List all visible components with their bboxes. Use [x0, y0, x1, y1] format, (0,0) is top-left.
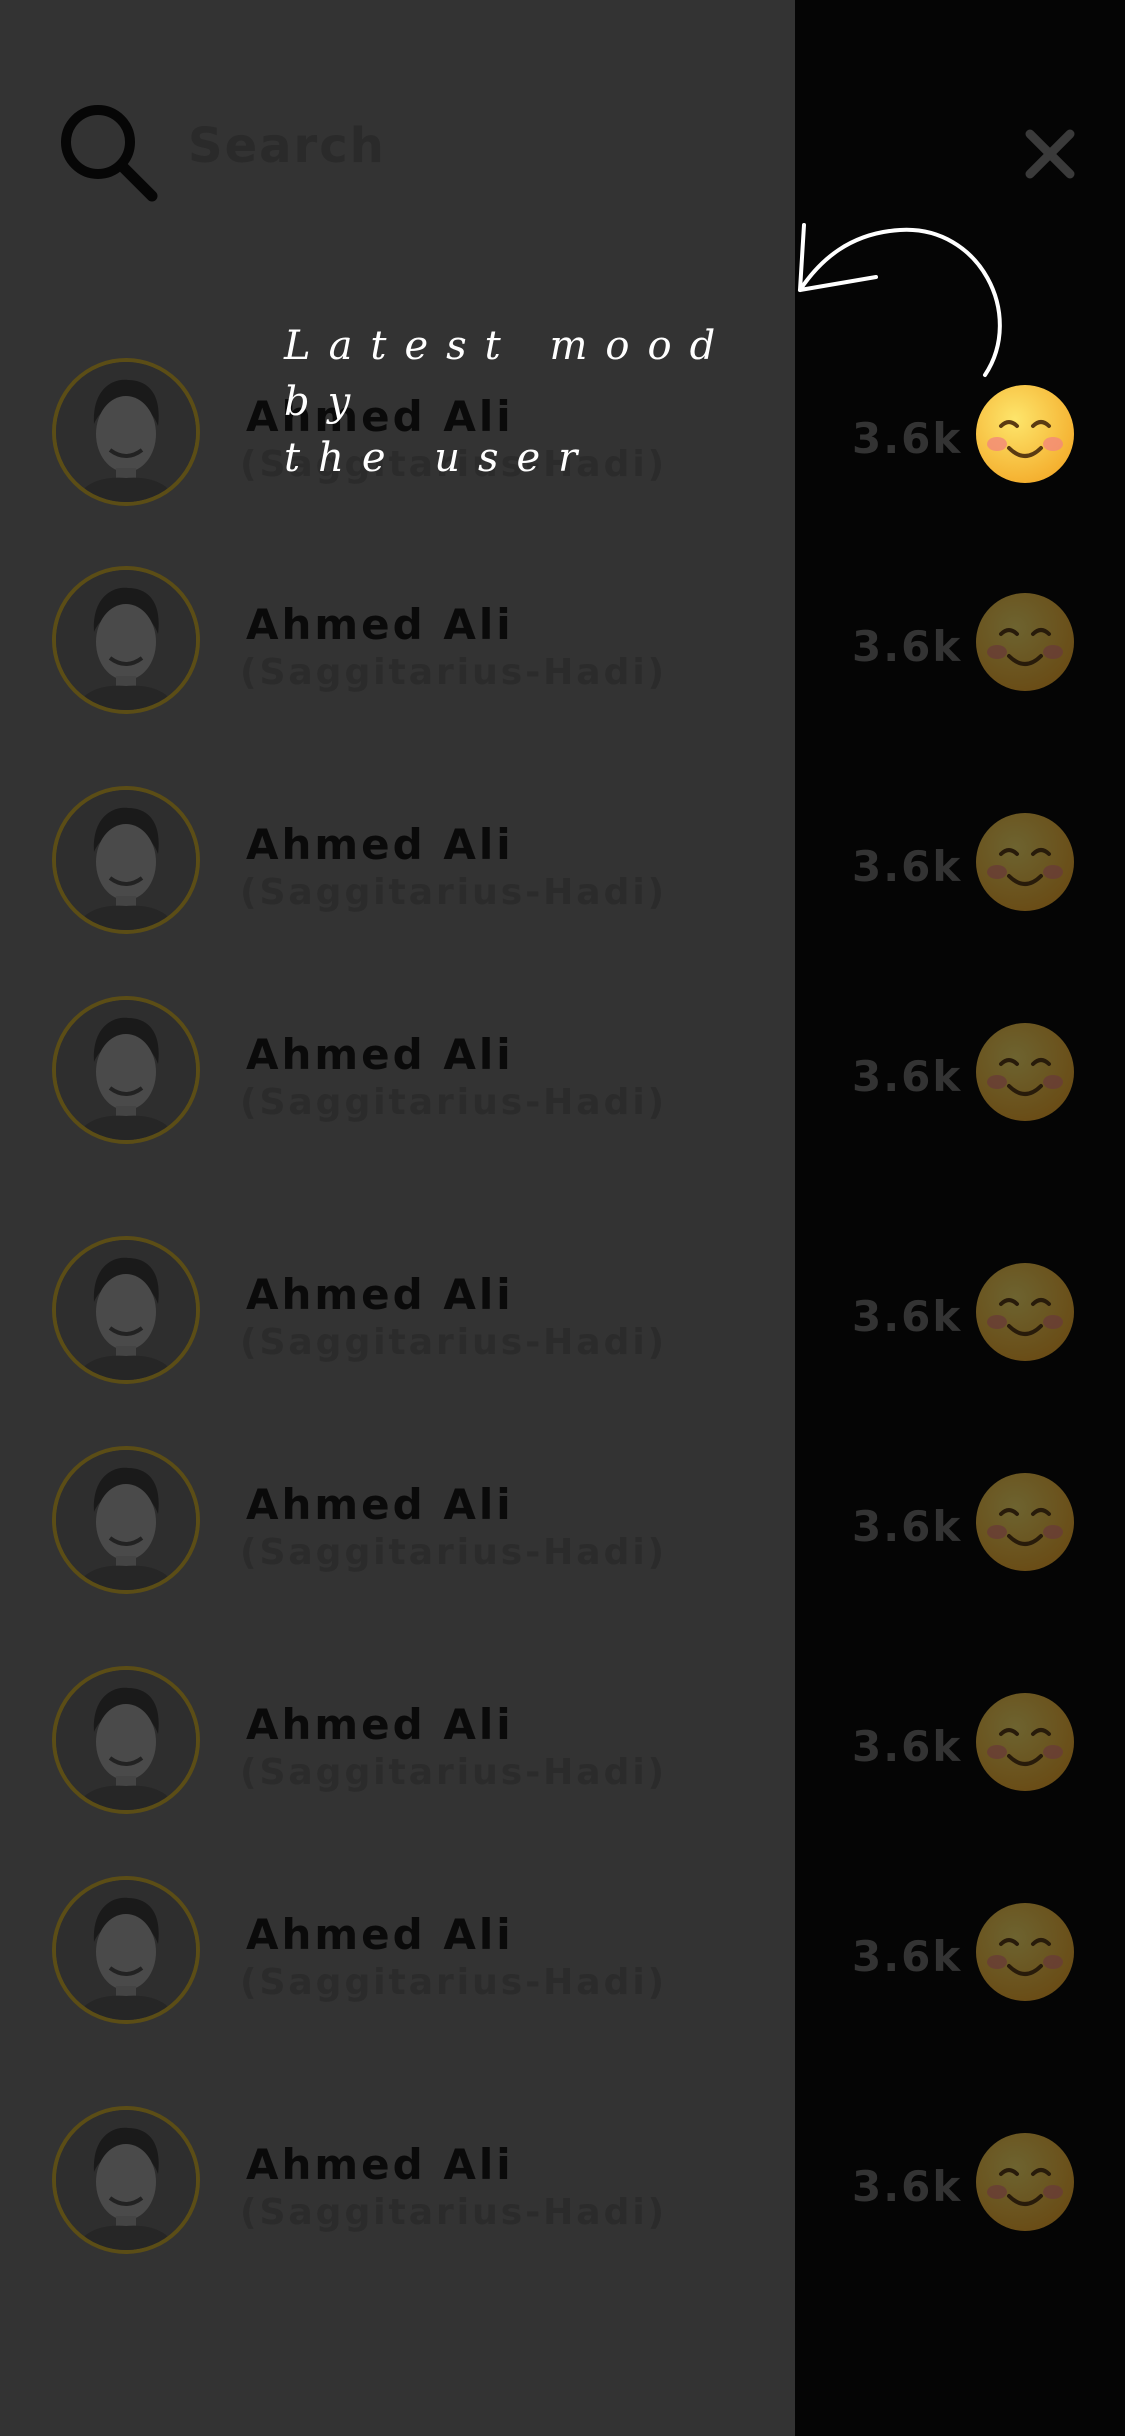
user-name: Ahmed Ali [246, 600, 514, 649]
avatar-photo [56, 570, 196, 710]
user-name: Ahmed Ali [246, 1910, 514, 1959]
user-row[interactable]: Ahmed Ali (Saggitarius-Hadi) 3.6k [0, 786, 1125, 966]
smiling-face-emoji-icon[interactable] [975, 812, 1075, 912]
user-subtitle: (Saggitarius-Hadi) [240, 652, 668, 693]
user-row[interactable]: Ahmed Ali (Saggitarius-Hadi) 3.6k [0, 1446, 1125, 1626]
user-subtitle: (Saggitarius-Hadi) [240, 872, 668, 913]
user-row[interactable]: Ahmed Ali (Saggitarius-Hadi) 3.6k [0, 996, 1125, 1176]
user-row[interactable]: Ahmed Ali (Saggitarius-Hadi) 3.6k [0, 566, 1125, 746]
annotation-label: Latest mood by the user [284, 323, 734, 481]
user-subtitle: (Saggitarius-Hadi) [240, 1532, 668, 1573]
mood-count: 3.6k [852, 842, 963, 891]
user-name: Ahmed Ali [246, 1480, 514, 1529]
mood-count: 3.6k [852, 1292, 963, 1341]
avatar-photo [56, 362, 196, 502]
avatar[interactable] [52, 996, 200, 1144]
user-name: Ahmed Ali [246, 1270, 514, 1319]
avatar[interactable] [52, 1666, 200, 1814]
user-row[interactable]: Ahmed Ali (Saggitarius-Hadi) 3.6k [0, 1876, 1125, 2056]
smiling-face-emoji-icon[interactable] [975, 592, 1075, 692]
annotation-arrow [798, 223, 1002, 377]
smiling-face-emoji-icon[interactable] [975, 1262, 1075, 1362]
user-subtitle: (Saggitarius-Hadi) [240, 1322, 668, 1363]
avatar-photo [56, 1000, 196, 1140]
user-row[interactable]: Ahmed Ali (Saggitarius-Hadi) 3.6k [0, 1236, 1125, 1416]
user-row[interactable]: Ahmed Ali (Saggitarius-Hadi) 3.6k [0, 1666, 1125, 1846]
smiling-face-emoji-icon[interactable] [975, 1022, 1075, 1122]
smiling-face-emoji-icon[interactable] [975, 2132, 1075, 2232]
mood-count: 3.6k [852, 414, 963, 463]
smiling-face-emoji-icon[interactable] [975, 1472, 1075, 1572]
smiling-face-emoji-icon[interactable] [975, 1902, 1075, 2002]
user-subtitle: (Saggitarius-Hadi) [240, 1752, 668, 1793]
user-subtitle: (Saggitarius-Hadi) [240, 2192, 668, 2233]
mood-count: 3.6k [852, 1722, 963, 1771]
avatar-photo [56, 1450, 196, 1590]
avatar-photo [56, 1880, 196, 2020]
avatar[interactable] [52, 1236, 200, 1384]
user-subtitle: (Saggitarius-Hadi) [240, 1082, 668, 1123]
avatar[interactable] [52, 786, 200, 934]
mood-count: 3.6k [852, 1052, 963, 1101]
avatar[interactable] [52, 358, 200, 506]
search-input[interactable]: Search [188, 118, 386, 174]
user-name: Ahmed Ali [246, 1700, 514, 1749]
avatar-photo [56, 1240, 196, 1380]
avatar-photo [56, 1670, 196, 1810]
close-icon[interactable] [1024, 128, 1076, 180]
smiling-face-emoji-icon[interactable] [975, 384, 1075, 484]
mood-count: 3.6k [852, 2162, 963, 2211]
user-subtitle: (Saggitarius-Hadi) [240, 1962, 668, 2003]
search-icon[interactable] [56, 100, 160, 204]
user-row[interactable]: Ahmed Ali (Saggitarius-Hadi) 3.6k [0, 2106, 1125, 2286]
mood-count: 3.6k [852, 622, 963, 671]
mood-list-screen: Search Ahmed Ali (Saggitarius-Hadi) 3.6k [0, 0, 1125, 2436]
smiling-face-emoji-icon[interactable] [975, 1692, 1075, 1792]
avatar[interactable] [52, 566, 200, 714]
user-name: Ahmed Ali [246, 820, 514, 869]
user-name: Ahmed Ali [246, 1030, 514, 1079]
avatar-photo [56, 790, 196, 930]
avatar-photo [56, 2110, 196, 2250]
mood-count: 3.6k [852, 1502, 963, 1551]
avatar[interactable] [52, 1876, 200, 2024]
avatar[interactable] [52, 1446, 200, 1594]
user-name: Ahmed Ali [246, 2140, 514, 2189]
avatar[interactable] [52, 2106, 200, 2254]
mood-count: 3.6k [852, 1932, 963, 1981]
